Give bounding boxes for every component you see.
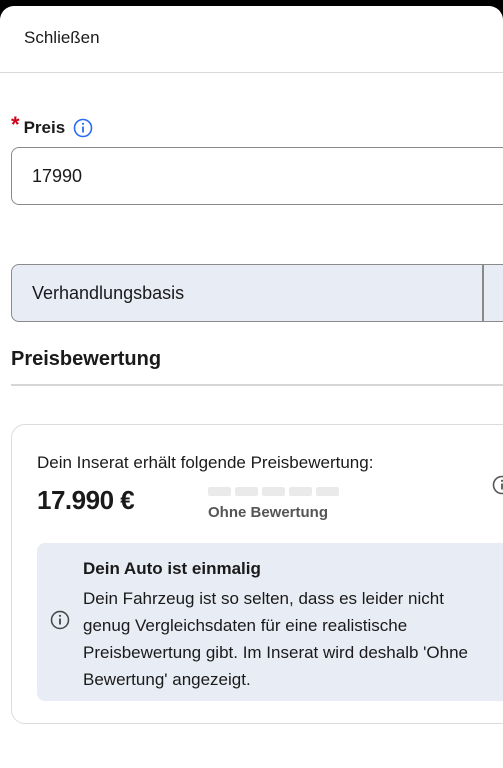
rating-label: Ohne Bewertung: [208, 504, 329, 521]
negotiable-toggle[interactable]: Verhandlungsbasis: [11, 264, 503, 322]
info-box-title: Dein Auto ist einmalig: [83, 559, 261, 578]
price-rating-title: Preisbewertung: [11, 348, 162, 370]
required-indicator: *: [11, 112, 20, 137]
price-label-row: * Preis: [11, 114, 93, 142]
negotiable-divider: [482, 265, 484, 321]
price-input[interactable]: [11, 147, 503, 205]
rating-segment: [235, 487, 258, 496]
rating-segment: [208, 487, 231, 496]
info-icon[interactable]: [492, 475, 503, 495]
price-rating-card: Dein Inserat erhält folgende Preisbewert…: [11, 424, 503, 724]
info-icon[interactable]: [73, 118, 93, 138]
unique-car-info-box: Dein Auto ist einmalig Dein Fahrzeug ist…: [37, 543, 503, 701]
rating-segment: [289, 487, 312, 496]
price-label: Preis: [23, 118, 66, 137]
rating-scale: [208, 487, 339, 496]
rating-segment: [262, 487, 285, 496]
rating-intro-text: Dein Inserat erhält folgende Preisbewert…: [37, 453, 374, 472]
section-divider: [11, 384, 503, 386]
info-box-body: Dein Fahrzeug ist so selten, dass es lei…: [83, 589, 468, 689]
bottom-sheet: Schließen * Preis Verhandlungsbasis Prei…: [0, 6, 503, 768]
negotiable-label: Verhandlungsbasis: [32, 282, 185, 303]
rating-price: 17.990 €: [37, 485, 135, 515]
close-button[interactable]: Schließen: [24, 28, 100, 48]
sheet-header: Schließen: [0, 6, 503, 73]
info-icon: [50, 610, 70, 630]
rating-segment: [316, 487, 339, 496]
